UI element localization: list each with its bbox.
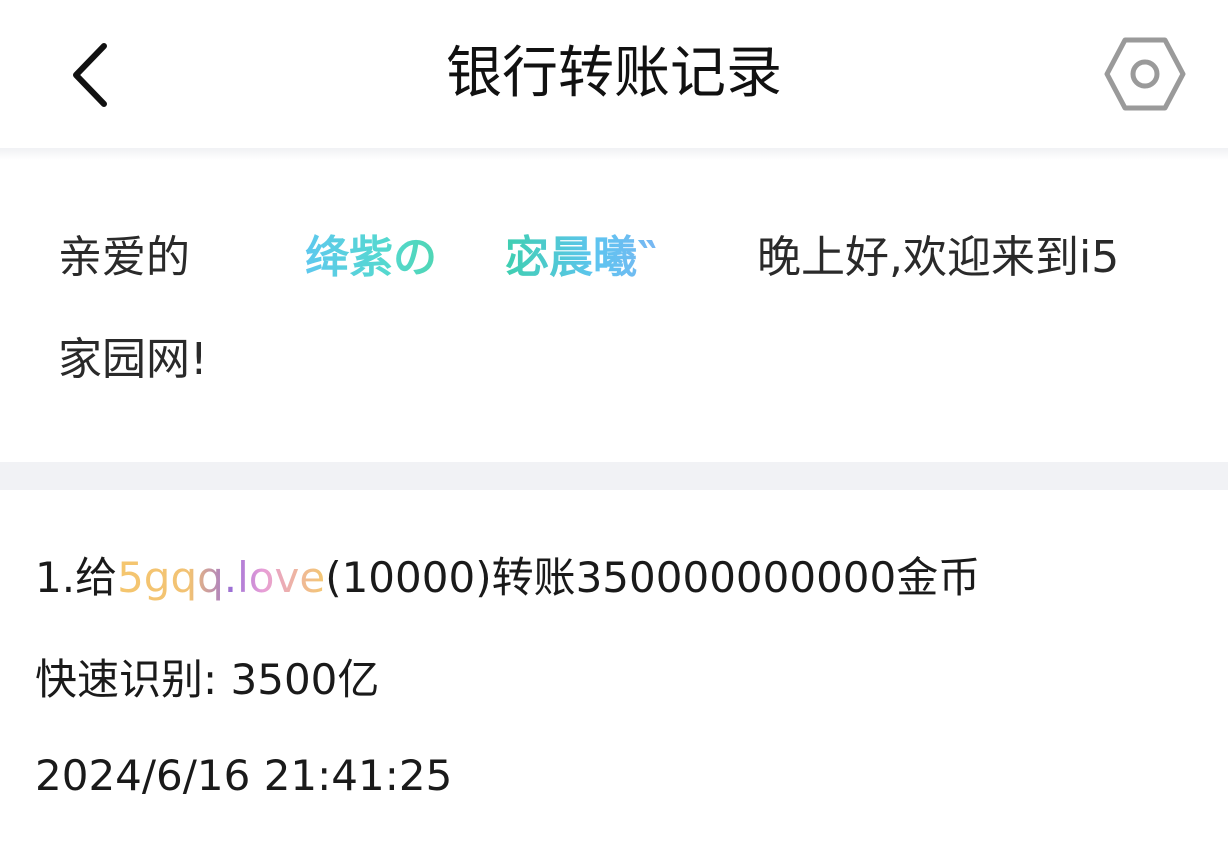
greeting-suffix: 晚上好,欢迎来到i5 bbox=[757, 232, 1120, 283]
username-part1: 绛紫の bbox=[305, 228, 437, 288]
settings-button[interactable] bbox=[1100, 32, 1190, 116]
page-title: 银行转账记录 bbox=[446, 41, 782, 106]
hexagon-settings-icon bbox=[1104, 37, 1186, 111]
quick-value: 3500亿 bbox=[230, 655, 380, 704]
transfer-detail: (10000)转账350000000000金币 bbox=[325, 553, 981, 602]
greeting-card: 亲爱的 绛紫の 宓晨曦‶ 晚上好,欢迎来到i5 家园网! bbox=[0, 160, 1228, 462]
greeting-prefix: 亲爱的 bbox=[58, 232, 190, 283]
top-app-bar: 银行转账记录 bbox=[0, 0, 1228, 150]
transfer-summary: 1.给5gqq.love(10000)转账350000000000金币 bbox=[35, 550, 980, 606]
header-shadow bbox=[0, 148, 1228, 160]
username-part2: 宓晨曦‶ bbox=[505, 228, 657, 288]
greeting-line2: 家园网! bbox=[58, 334, 208, 385]
section-divider bbox=[0, 462, 1228, 490]
quick-label: 快速识别: bbox=[35, 655, 218, 704]
transfer-record: 1.给5gqq.love(10000)转账350000000000金币 快速识别… bbox=[0, 490, 1228, 858]
receiver-name[interactable]: 5gqq.love bbox=[117, 553, 325, 602]
quick-recognition: 快速识别: 3500亿 bbox=[35, 652, 379, 708]
transfer-timestamp: 2024/6/16 21:41:25 bbox=[35, 751, 453, 800]
record-index-label: 1.给 bbox=[35, 553, 118, 602]
